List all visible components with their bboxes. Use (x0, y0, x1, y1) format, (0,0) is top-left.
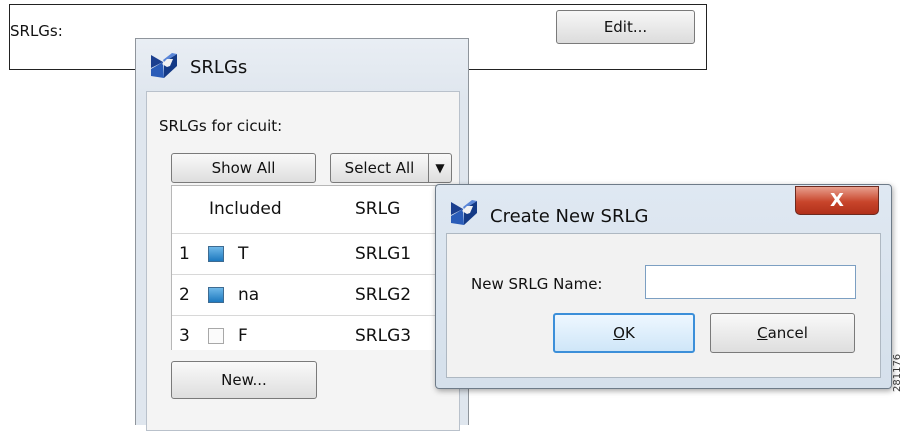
column-header-included[interactable]: Included (209, 186, 349, 232)
included-value: na (238, 285, 260, 305)
included-value: F (238, 326, 248, 346)
app-logo-icon (451, 200, 477, 225)
included-checkbox[interactable] (208, 328, 224, 344)
close-icon: X (830, 190, 844, 211)
dropdown-arrow-icon: ▼ (435, 161, 445, 175)
srlgs-label: SRLGs: (10, 22, 63, 40)
srlg-name: SRLG3 (355, 326, 412, 346)
app-logo-icon (151, 53, 177, 78)
included-checkbox[interactable] (208, 287, 224, 303)
included-checkbox[interactable] (208, 246, 224, 262)
select-all-dropdown[interactable]: ▼ (428, 153, 452, 183)
select-all-button[interactable]: Select All (330, 153, 428, 183)
row-index: 3 (179, 326, 190, 346)
dialog-content-area (446, 233, 881, 378)
cancel-button[interactable]: Cancel (710, 313, 855, 353)
srlgs-for-circuit-label: SRLGs for cicuit: (159, 117, 283, 135)
table-row[interactable]: 2 na SRLG2 (172, 274, 472, 315)
close-button[interactable]: X (795, 186, 879, 215)
srlg-name: SRLG1 (355, 244, 412, 264)
new-srlg-button[interactable]: New... (171, 361, 317, 399)
create-srlg-dialog: Create New SRLG X New SRLG Name: OK Canc… (435, 184, 892, 389)
row-index: 1 (179, 244, 190, 264)
srlgs-window-title: SRLGs (190, 57, 248, 78)
table-row[interactable]: 1 T SRLG1 (172, 233, 472, 274)
srlg-name-input[interactable] (645, 265, 856, 299)
srlg-table: Included SRLG 1 T SRLG1 2 na SRLG2 3 F S… (171, 185, 472, 350)
show-all-button[interactable]: Show All (171, 153, 316, 183)
dialog-title: Create New SRLG (490, 206, 649, 227)
ok-button[interactable]: OK (553, 313, 695, 353)
srlg-name: SRLG2 (355, 285, 412, 305)
included-value: T (238, 244, 249, 264)
edit-button[interactable]: Edit... (556, 10, 695, 44)
figure-id: 281176 (892, 353, 903, 392)
srlg-name-label: New SRLG Name: (471, 275, 603, 293)
table-row[interactable]: 3 F SRLG3 (172, 315, 472, 356)
row-index: 2 (179, 285, 190, 305)
srlgs-window: SRLGs SRLGs for cicuit: Show All Select … (135, 38, 472, 431)
